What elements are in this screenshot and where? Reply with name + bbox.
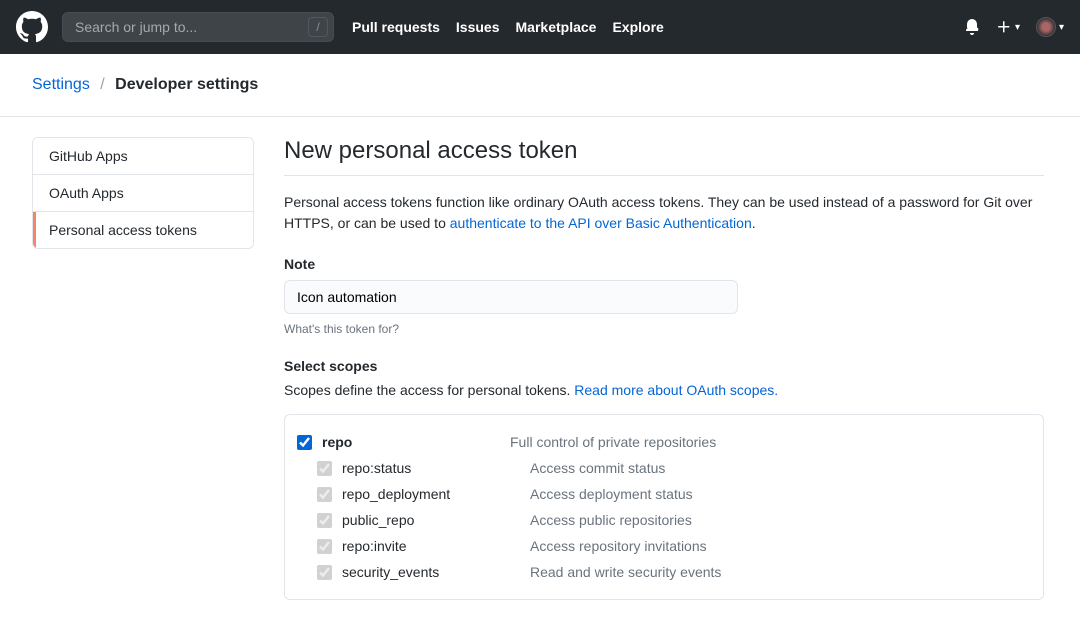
search-input[interactable]	[62, 12, 334, 42]
scope-name: repo	[322, 434, 510, 450]
scope-row-repo-deployment: repo_deploymentAccess deployment status	[297, 481, 1031, 507]
sidebar-item-github-apps[interactable]: GitHub Apps	[33, 138, 253, 175]
intro-after: .	[752, 215, 756, 231]
search-container: /	[62, 12, 334, 42]
scope-checkbox-repo[interactable]	[297, 435, 312, 450]
scopes-section: Select scopes Scopes define the access f…	[284, 358, 1044, 600]
scope-row-repo-status: repo:statusAccess commit status	[297, 455, 1031, 481]
scopes-intro-before: Scopes define the access for personal to…	[284, 382, 574, 398]
content: New personal access token Personal acces…	[284, 137, 1044, 600]
scopes-list: repoFull control of private repositories…	[284, 414, 1044, 600]
primary-nav: Pull requests Issues Marketplace Explore	[352, 19, 664, 35]
slash-key-hint: /	[308, 17, 328, 37]
avatar	[1036, 17, 1056, 37]
intro-text: Personal access tokens function like ord…	[284, 192, 1044, 234]
sidebar-nav: GitHub AppsOAuth AppsPersonal access tok…	[32, 137, 254, 249]
sidebar-item-personal-access-tokens[interactable]: Personal access tokens	[33, 212, 253, 248]
notifications-icon[interactable]	[964, 19, 980, 35]
scope-checkbox-public-repo[interactable]	[317, 513, 332, 528]
scope-desc: Full control of private repositories	[510, 434, 716, 450]
nav-pull-requests[interactable]: Pull requests	[352, 19, 440, 35]
nav-explore[interactable]: Explore	[612, 19, 663, 35]
breadcrumb-current: Developer settings	[115, 76, 258, 93]
global-header: / Pull requests Issues Marketplace Explo…	[0, 0, 1080, 54]
scope-desc: Access commit status	[530, 460, 665, 476]
scope-name: security_events	[342, 564, 530, 580]
scopes-intro: Scopes define the access for personal to…	[284, 382, 1044, 398]
scope-desc: Access repository invitations	[530, 538, 707, 554]
scope-name: repo:status	[342, 460, 530, 476]
nav-issues[interactable]: Issues	[456, 19, 500, 35]
scope-name: repo:invite	[342, 538, 530, 554]
scope-row-repo-invite: repo:inviteAccess repository invitations	[297, 533, 1031, 559]
sidebar-item-oauth-apps[interactable]: OAuth Apps	[33, 175, 253, 212]
breadcrumb: Settings / Developer settings	[0, 54, 1080, 117]
scope-name: public_repo	[342, 512, 530, 528]
github-logo[interactable]	[16, 11, 48, 43]
create-new-dropdown[interactable]: ▾	[996, 19, 1020, 35]
scope-checkbox-security-events[interactable]	[317, 565, 332, 580]
scope-checkbox-repo-status[interactable]	[317, 461, 332, 476]
nav-marketplace[interactable]: Marketplace	[516, 19, 597, 35]
breadcrumb-settings[interactable]: Settings	[32, 76, 90, 93]
note-section: Note What's this token for?	[284, 256, 1044, 336]
intro-link[interactable]: authenticate to the API over Basic Authe…	[450, 215, 752, 231]
scope-row-public-repo: public_repoAccess public repositories	[297, 507, 1031, 533]
scope-name: repo_deployment	[342, 486, 530, 502]
scope-checkbox-repo-invite[interactable]	[317, 539, 332, 554]
scope-row-repo: repoFull control of private repositories	[297, 429, 1031, 455]
page-title: New personal access token	[284, 137, 1044, 176]
note-hint: What's this token for?	[284, 322, 1044, 336]
header-right: ▾ ▾	[964, 17, 1064, 37]
scope-desc: Read and write security events	[530, 564, 721, 580]
breadcrumb-separator: /	[94, 76, 110, 93]
main-layout: GitHub AppsOAuth AppsPersonal access tok…	[0, 117, 1080, 620]
scopes-label: Select scopes	[284, 358, 1044, 374]
scopes-intro-link[interactable]: Read more about OAuth scopes.	[574, 382, 778, 398]
scope-desc: Access deployment status	[530, 486, 693, 502]
note-label: Note	[284, 256, 1044, 272]
scope-checkbox-repo-deployment[interactable]	[317, 487, 332, 502]
user-menu[interactable]: ▾	[1036, 17, 1064, 37]
note-input[interactable]	[284, 280, 738, 314]
scope-row-security-events: security_eventsRead and write security e…	[297, 559, 1031, 585]
scope-desc: Access public repositories	[530, 512, 692, 528]
sidebar: GitHub AppsOAuth AppsPersonal access tok…	[32, 137, 254, 600]
